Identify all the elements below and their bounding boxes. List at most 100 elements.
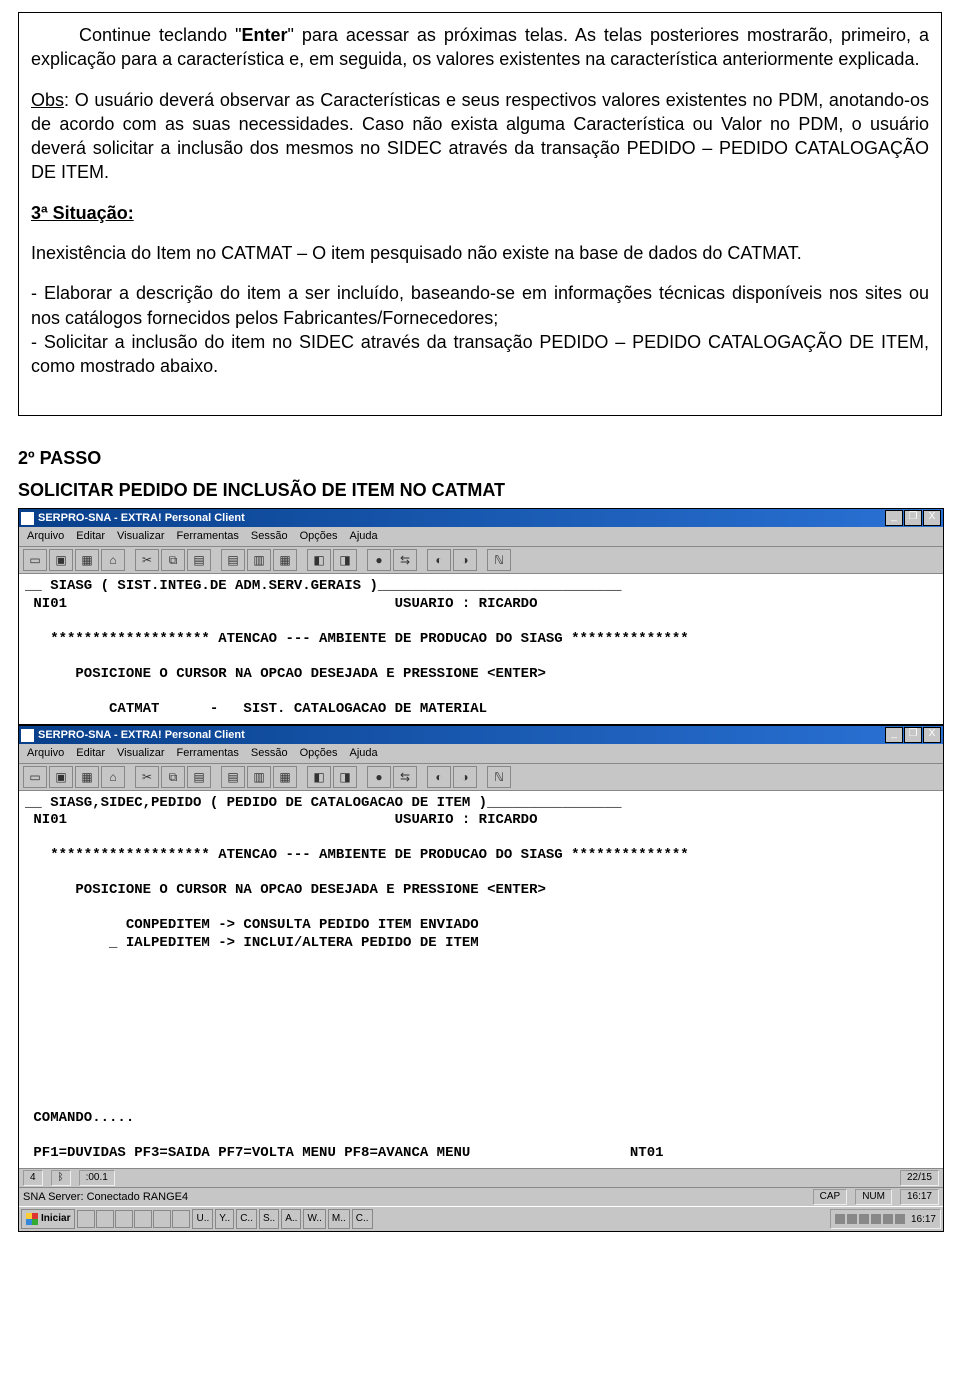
tool-transfer-icon[interactable]: ⇆ <box>393 766 417 788</box>
task-button[interactable]: C.. <box>236 1209 257 1229</box>
status-cell: ᛒ <box>51 1170 71 1186</box>
close-button[interactable]: X <box>923 727 941 743</box>
ql-icon[interactable] <box>77 1210 95 1228</box>
tool-new-icon[interactable]: ▭ <box>23 549 47 571</box>
menu-item[interactable]: Arquivo <box>27 746 64 761</box>
tool-btn-icon[interactable]: ◐ <box>427 549 451 571</box>
menubar-main: Arquivo Editar Visualizar Ferramentas Se… <box>19 744 943 764</box>
menu-item[interactable]: Arquivo <box>27 529 64 544</box>
task-button[interactable]: Y.. <box>215 1209 234 1229</box>
tool-btn-icon[interactable]: ◑ <box>453 766 477 788</box>
menu-item[interactable]: Ajuda <box>350 746 378 761</box>
tray-icon[interactable] <box>871 1214 881 1224</box>
tool-btn-icon[interactable]: ◑ <box>453 549 477 571</box>
windows-flag-icon <box>26 1213 38 1225</box>
minimize-button[interactable]: _ <box>885 727 903 743</box>
tool-btn-icon[interactable]: ◧ <box>307 766 331 788</box>
tool-btn-icon[interactable]: ▦ <box>273 549 297 571</box>
tool-save-icon[interactable]: ▦ <box>75 549 99 571</box>
tool-btn-icon[interactable]: ▤ <box>221 766 245 788</box>
task-button[interactable]: M.. <box>328 1209 350 1229</box>
menu-item[interactable]: Sessão <box>251 746 288 761</box>
status-cell: 4 <box>23 1170 43 1186</box>
tool-copy-icon[interactable]: ⧉ <box>161 549 185 571</box>
menu-item[interactable]: Visualizar <box>117 746 165 761</box>
tool-help-icon[interactable]: ℕ <box>487 766 511 788</box>
ql-icon[interactable] <box>172 1210 190 1228</box>
menu-item[interactable]: Ferramentas <box>177 746 239 761</box>
tool-record-icon[interactable]: ● <box>367 766 391 788</box>
tray-icon[interactable] <box>859 1214 869 1224</box>
menu-item[interactable]: Editar <box>76 746 105 761</box>
titlebar-main: SERPRO-SNA - EXTRA! Personal Client _ ❐ … <box>19 726 943 744</box>
paragraph-2: Obs: O usuário deverá observar as Caract… <box>31 88 929 185</box>
app-icon <box>21 512 34 525</box>
terminal-window-top: SERPRO-SNA - EXTRA! Personal Client _ ❐ … <box>18 508 944 725</box>
menu-item[interactable]: Visualizar <box>117 529 165 544</box>
window-title-top: SERPRO-SNA - EXTRA! Personal Client <box>38 511 245 526</box>
menu-item[interactable]: Editar <box>76 529 105 544</box>
tool-cut-icon[interactable]: ✂ <box>135 766 159 788</box>
terminal-area-main[interactable]: __ SIASG,SIDEC,PEDIDO ( PEDIDO DE CATALO… <box>19 791 943 1169</box>
tray-icon[interactable] <box>883 1214 893 1224</box>
tool-btn-icon[interactable]: ▥ <box>247 766 271 788</box>
tray-icon[interactable] <box>847 1214 857 1224</box>
task-button[interactable]: C.. <box>352 1209 373 1229</box>
tool-btn-icon[interactable]: ◧ <box>307 549 331 571</box>
task-button[interactable]: W.. <box>303 1209 325 1229</box>
maximize-button[interactable]: ❐ <box>904 510 922 526</box>
ql-icon[interactable] <box>115 1210 133 1228</box>
tool-btn-icon[interactable]: ◐ <box>427 766 451 788</box>
tool-btn-icon[interactable]: ◨ <box>333 766 357 788</box>
tool-open-icon[interactable]: ▣ <box>49 766 73 788</box>
tool-print-icon[interactable]: ⌂ <box>101 549 125 571</box>
tool-new-icon[interactable]: ▭ <box>23 766 47 788</box>
tool-help-icon[interactable]: ℕ <box>487 549 511 571</box>
menu-item[interactable]: Ferramentas <box>177 529 239 544</box>
tray-icon[interactable] <box>835 1214 845 1224</box>
tool-copy-icon[interactable]: ⧉ <box>161 766 185 788</box>
tool-btn-icon[interactable]: ▤ <box>221 549 245 571</box>
status-cap: CAP <box>813 1189 848 1205</box>
tool-paste-icon[interactable]: ▤ <box>187 549 211 571</box>
status-clock: 16:17 <box>900 1189 939 1205</box>
menu-item[interactable]: Ajuda <box>350 529 378 544</box>
task-button[interactable]: S.. <box>259 1209 279 1229</box>
tool-btn-icon[interactable]: ▥ <box>247 549 271 571</box>
close-button[interactable]: X <box>923 510 941 526</box>
statusbar-row2: SNA Server: Conectado RANGE4 CAP NUM 16:… <box>19 1187 943 1206</box>
tool-cut-icon[interactable]: ✂ <box>135 549 159 571</box>
start-label: Iniciar <box>41 1210 70 1228</box>
quick-launch <box>77 1210 190 1228</box>
status-sna: SNA Server: Conectado RANGE4 <box>23 1190 188 1205</box>
ql-icon[interactable] <box>134 1210 152 1228</box>
tray-icon[interactable] <box>895 1214 905 1224</box>
ql-icon[interactable] <box>153 1210 171 1228</box>
tool-btn-icon[interactable]: ▦ <box>273 766 297 788</box>
tool-transfer-icon[interactable]: ⇆ <box>393 549 417 571</box>
paragraph-3: Inexistência do Item no CATMAT – O item … <box>31 241 929 265</box>
maximize-button[interactable]: ❐ <box>904 727 922 743</box>
tool-paste-icon[interactable]: ▤ <box>187 766 211 788</box>
statusbar-row1: 4 ᛒ :00.1 22/15 <box>19 1168 943 1187</box>
task-button[interactable]: U.. <box>192 1209 213 1229</box>
menu-item[interactable]: Opções <box>300 746 338 761</box>
situacao-label: 3ª Situação: <box>31 203 134 223</box>
task-button[interactable]: A.. <box>281 1209 301 1229</box>
p1-part-a: Continue teclando " <box>79 25 241 45</box>
tool-btn-icon[interactable]: ◨ <box>333 549 357 571</box>
terminal-area-top[interactable]: __ SIASG ( SIST.INTEG.DE ADM.SERV.GERAIS… <box>19 574 943 724</box>
menu-item[interactable]: Opções <box>300 529 338 544</box>
section-title: SOLICITAR PEDIDO DE INCLUSÃO DE ITEM NO … <box>18 478 942 502</box>
tool-open-icon[interactable]: ▣ <box>49 549 73 571</box>
terminal-window-main: SERPRO-SNA - EXTRA! Personal Client _ ❐ … <box>18 725 944 1232</box>
tool-record-icon[interactable]: ● <box>367 549 391 571</box>
app-icon <box>21 729 34 742</box>
tool-save-icon[interactable]: ▦ <box>75 766 99 788</box>
tool-print-icon[interactable]: ⌂ <box>101 766 125 788</box>
start-button[interactable]: Iniciar <box>21 1209 75 1229</box>
ql-icon[interactable] <box>96 1210 114 1228</box>
minimize-button[interactable]: _ <box>885 510 903 526</box>
status-time: :00.1 <box>79 1170 115 1186</box>
menu-item[interactable]: Sessão <box>251 529 288 544</box>
